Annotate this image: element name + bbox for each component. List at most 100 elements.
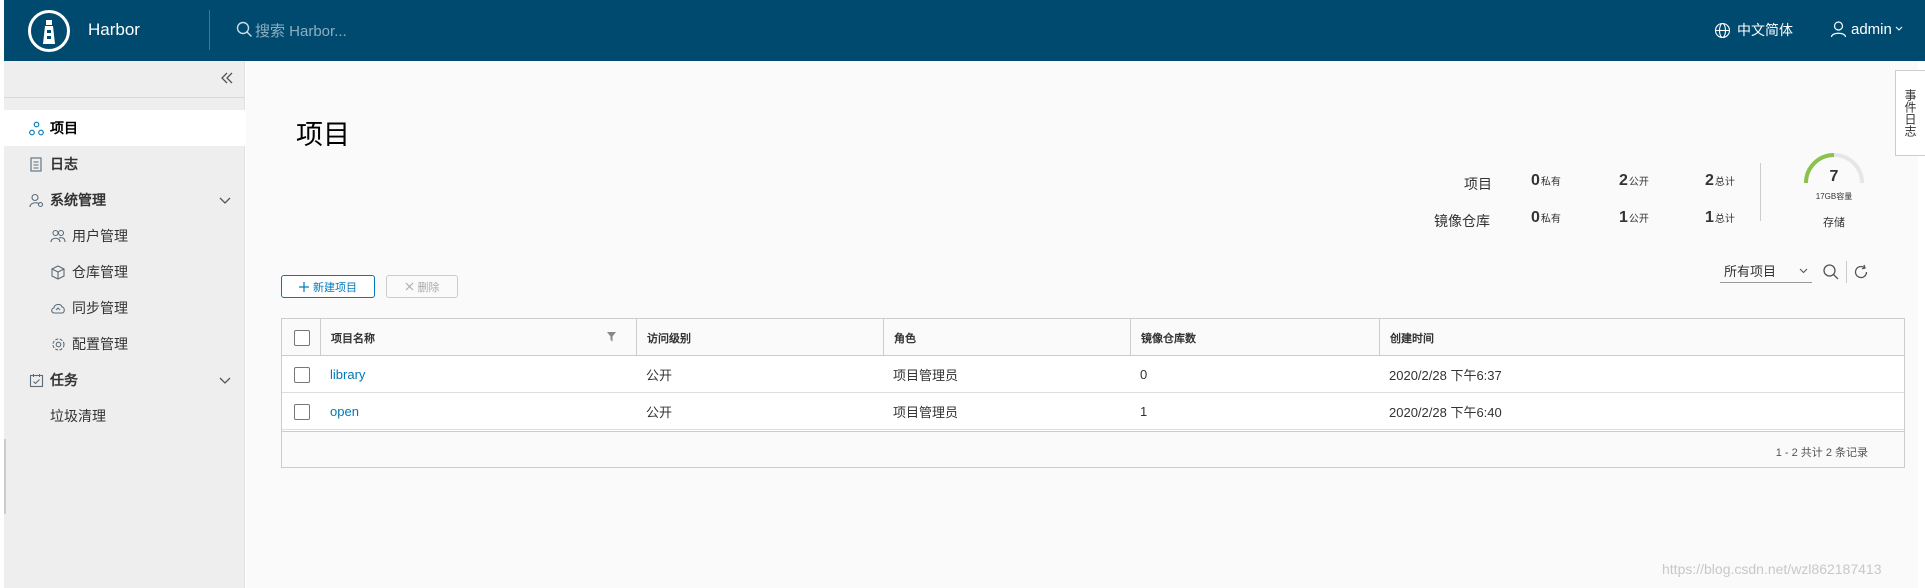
close-icon xyxy=(405,282,414,291)
column-header-name[interactable]: 项目名称 xyxy=(320,319,636,356)
language-switcher[interactable]: 中文简体 xyxy=(1714,20,1793,40)
table-footer: 1 - 2 共计 2 条记录 xyxy=(282,431,1904,467)
search-input[interactable] xyxy=(255,22,515,40)
repos-private-count: 0私有 xyxy=(1531,209,1561,226)
column-header-label: 创建时间 xyxy=(1390,332,1434,345)
table-header: 项目名称 访问级别 角色 镜像仓库数 创建时间 xyxy=(282,319,1904,356)
sidebar-collapse-row xyxy=(4,61,244,98)
tasks-icon xyxy=(28,372,44,388)
storage-value: 7 xyxy=(1829,168,1839,185)
sidebar-item-projects[interactable]: 项目 xyxy=(4,110,245,146)
page-title: 项目 xyxy=(296,120,350,150)
plus-icon xyxy=(299,281,309,292)
projects-table: 项目名称 访问级别 角色 镜像仓库数 创建时间 library 公开 项目管理员… xyxy=(281,318,1905,468)
project-link[interactable]: library xyxy=(330,367,365,382)
sidebar-item-gc[interactable]: 垃圾清理 xyxy=(4,398,245,434)
access-cell: 公开 xyxy=(646,405,673,420)
header-divider xyxy=(209,10,210,50)
projects-stat-label: 项目 xyxy=(1464,176,1492,192)
sidebar-item-label: 系统管理 xyxy=(50,192,106,208)
project-link[interactable]: open xyxy=(330,404,359,419)
chevron-down-icon xyxy=(219,372,231,388)
sidebar-item-label: 项目 xyxy=(50,120,78,136)
projects-icon xyxy=(28,120,44,136)
collapse-sidebar-icon[interactable] xyxy=(220,69,234,90)
search-icon xyxy=(236,21,253,41)
project-name-cell: open xyxy=(320,393,359,430)
stats-divider xyxy=(1760,163,1761,221)
storage-label: 存储 xyxy=(1823,217,1845,229)
logs-icon xyxy=(28,156,44,172)
sidebar-item-label: 日志 xyxy=(50,156,78,172)
column-header-role[interactable]: 角色 xyxy=(883,319,1130,356)
watermark: https://blog.csdn.net/wzl862187413 xyxy=(1662,561,1882,577)
chevron-down-icon xyxy=(1895,26,1903,32)
sidebar-item-users[interactable]: 用户管理 xyxy=(4,218,245,254)
storage-gauge: 7 17GB容量 xyxy=(1802,149,1866,219)
sidebar-item-label: 同步管理 xyxy=(72,300,128,316)
sidebar-item-label: 垃圾清理 xyxy=(50,408,106,424)
sidebar-item-label: 任务 xyxy=(50,372,78,388)
row-checkbox[interactable] xyxy=(294,404,310,420)
role-cell: 项目管理员 xyxy=(893,368,959,383)
registry-icon xyxy=(50,264,66,280)
storage-capacity: 17GB容量 xyxy=(1815,192,1853,201)
repos-total-count: 1总计 xyxy=(1705,209,1735,226)
filter-icon[interactable] xyxy=(607,332,616,342)
gear-icon xyxy=(50,336,66,352)
harbor-logo-icon[interactable] xyxy=(28,10,70,52)
projects-total-count: 2总计 xyxy=(1705,172,1735,189)
sidebar-item-tasks[interactable]: 任务 xyxy=(4,362,245,398)
sidebar-item-label: 配置管理 xyxy=(72,336,128,352)
created-cell: 2020/2/28 下午6:40 xyxy=(1389,405,1502,420)
language-label: 中文简体 xyxy=(1737,22,1793,38)
sidebar-item-label: 用户管理 xyxy=(72,228,128,244)
refresh-icon[interactable] xyxy=(1853,264,1869,280)
username: admin xyxy=(1851,20,1892,38)
sidebar-item-administration[interactable]: 系统管理 xyxy=(4,182,245,218)
project-filter-select[interactable]: 所有项目 xyxy=(1720,261,1812,283)
table-row: library 公开 项目管理员 0 2020/2/28 下午6:37 xyxy=(282,356,1904,393)
sidebar: 项目 日志 系统管理 用户管理 仓库管理 同步管理 配置管理 任务 垃圾清理 xyxy=(4,61,245,588)
users-icon xyxy=(50,228,66,244)
repo-count-cell: 1 xyxy=(1140,404,1148,419)
role-cell: 项目管理员 xyxy=(893,405,959,420)
created-cell: 2020/2/28 下午6:37 xyxy=(1389,368,1502,383)
table-row: open 公开 项目管理员 1 2020/2/28 下午6:40 xyxy=(282,393,1904,430)
projects-private-count: 0私有 xyxy=(1531,172,1561,189)
sidebar-item-label: 仓库管理 xyxy=(72,264,128,280)
chevron-down-icon xyxy=(219,192,231,208)
sidebar-edge xyxy=(4,439,6,514)
top-header: Harbor 中文简体 admin xyxy=(4,0,1925,61)
new-project-button[interactable]: 新建项目 xyxy=(281,275,375,298)
select-all-checkbox[interactable] xyxy=(294,330,310,346)
pagination-summary: 1 - 2 共计 2 条记录 xyxy=(1775,447,1868,459)
user-icon xyxy=(1830,20,1847,38)
row-checkbox[interactable] xyxy=(294,367,310,383)
event-log-tab[interactable]: 事件日志 xyxy=(1895,70,1925,156)
column-header-access[interactable]: 访问级别 xyxy=(636,319,883,356)
globe-icon xyxy=(1714,22,1731,39)
column-header-repo-count[interactable]: 镜像仓库数 xyxy=(1130,319,1379,356)
delete-button[interactable]: 删除 xyxy=(386,275,458,298)
projects-public-count: 2公开 xyxy=(1619,172,1649,189)
app-name: Harbor xyxy=(88,20,140,39)
user-menu[interactable]: admin xyxy=(1830,20,1903,38)
project-name-cell: library xyxy=(320,356,365,393)
column-header-created[interactable]: 创建时间 xyxy=(1379,319,1904,356)
sidebar-item-configuration[interactable]: 配置管理 xyxy=(4,326,245,362)
filter-divider xyxy=(1846,261,1847,283)
filter-value: 所有项目 xyxy=(1724,264,1777,279)
sidebar-item-logs[interactable]: 日志 xyxy=(4,146,245,182)
sidebar-item-registries[interactable]: 仓库管理 xyxy=(4,254,245,290)
repos-public-count: 1公开 xyxy=(1619,209,1649,226)
column-header-label: 访问级别 xyxy=(647,332,691,345)
project-filter: 所有项目 xyxy=(1720,261,1869,283)
global-search xyxy=(236,19,515,43)
new-project-label: 新建项目 xyxy=(313,281,357,294)
chevron-down-icon xyxy=(1799,268,1808,274)
access-cell: 公开 xyxy=(646,368,673,383)
sidebar-item-replications[interactable]: 同步管理 xyxy=(4,290,245,326)
replication-icon xyxy=(50,300,66,316)
search-icon[interactable] xyxy=(1822,263,1840,281)
